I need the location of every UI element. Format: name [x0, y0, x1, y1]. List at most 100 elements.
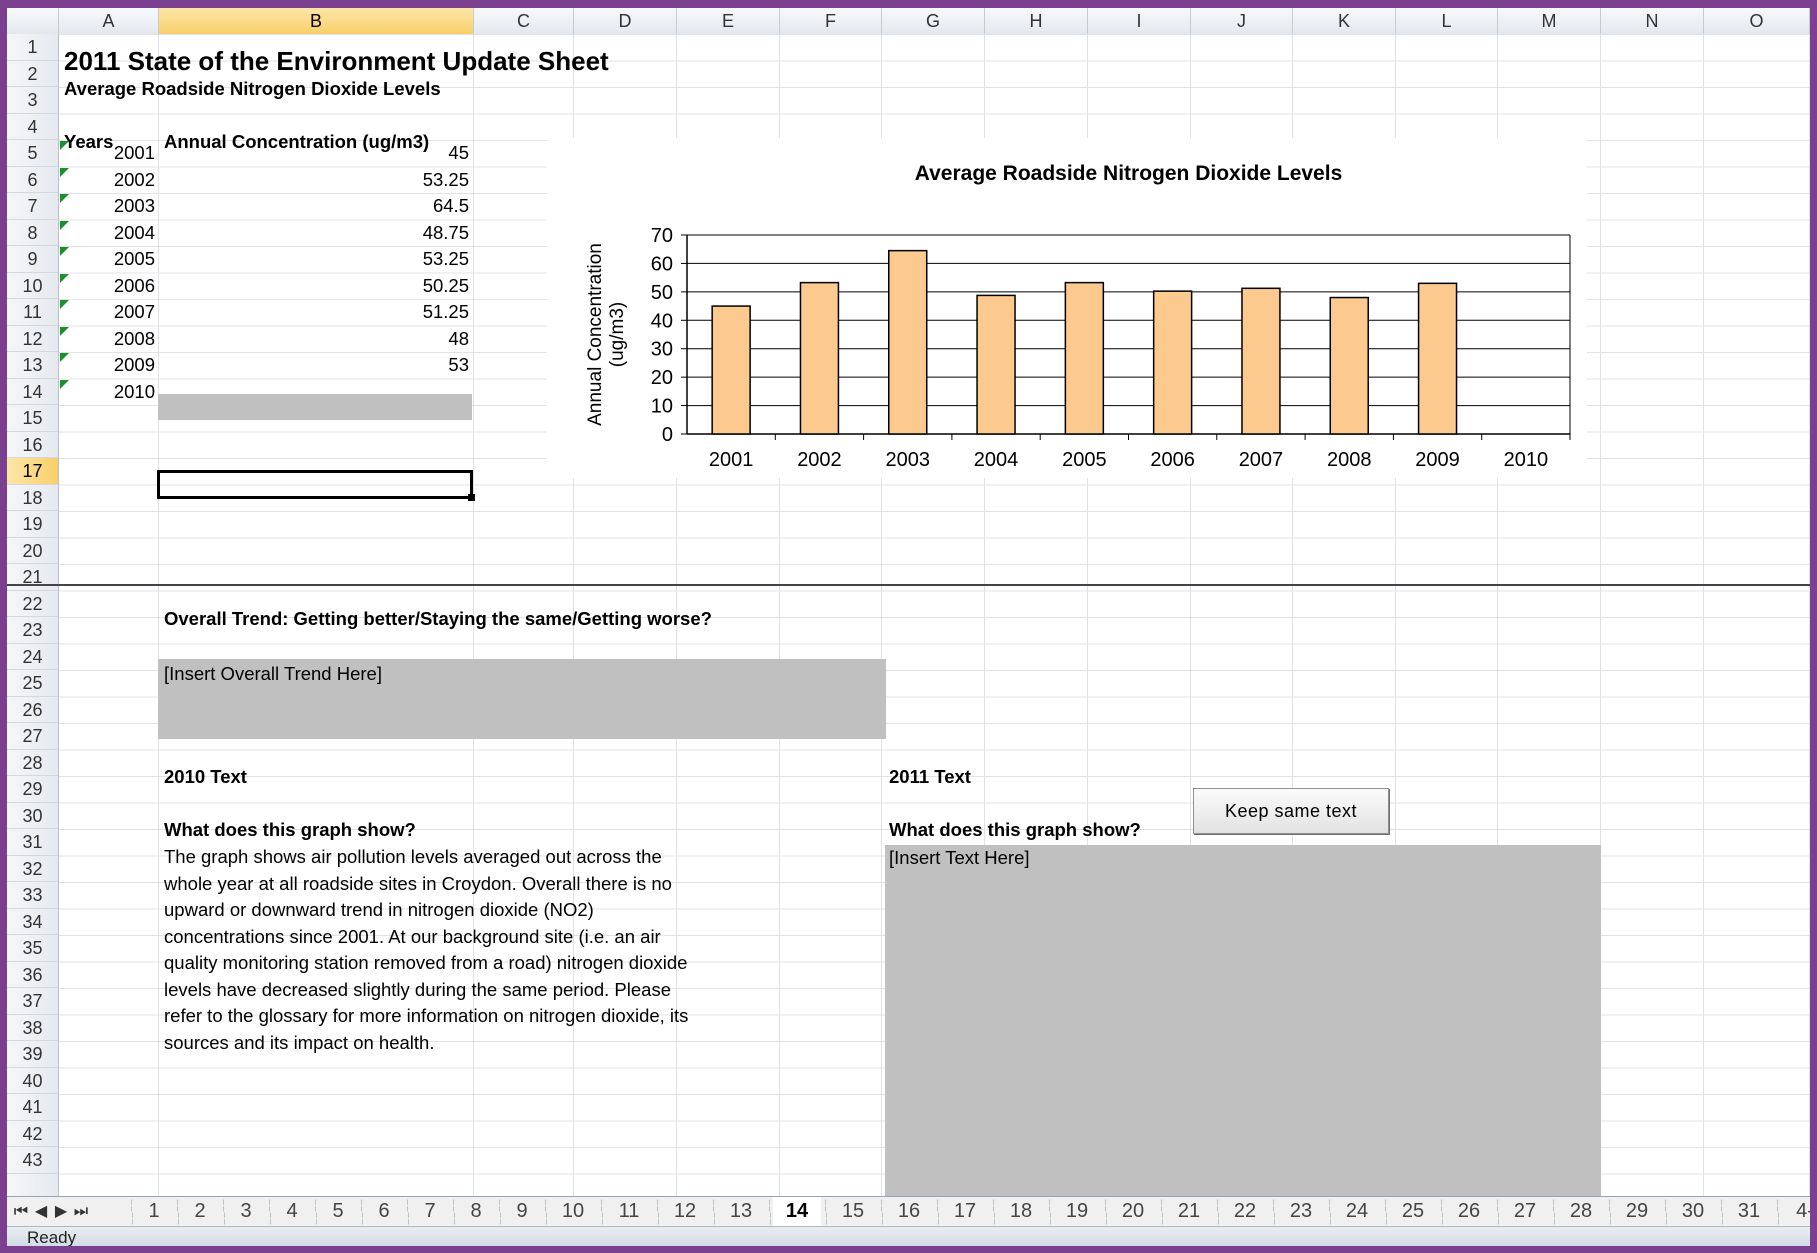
column-header-e[interactable]: E [677, 8, 780, 34]
year-cell[interactable]: 2005 [59, 246, 155, 272]
row-header-39[interactable]: 39 [7, 1041, 58, 1068]
row-header-4[interactable]: 4 [7, 114, 58, 140]
keep-same-text-button[interactable]: Keep same text [1193, 788, 1389, 834]
row-header-32[interactable]: 32 [7, 856, 58, 882]
year-cell[interactable]: 2004 [59, 220, 155, 246]
row-header-21[interactable]: 21 [7, 564, 58, 591]
row-header-17[interactable]: 17 [7, 458, 58, 485]
column-header-b[interactable]: B [159, 8, 474, 34]
row-header-16[interactable]: 16 [7, 432, 58, 458]
bar-chart[interactable]: Average Roadside Nitrogen Dioxide Levels… [547, 138, 1587, 478]
year-cell[interactable]: 2003 [59, 193, 155, 219]
sheet-tab-14[interactable]: 14 [773, 1197, 821, 1227]
concentration-cell[interactable]: 64.5 [159, 193, 469, 219]
column-header-a[interactable]: A [59, 8, 159, 34]
column-header-h[interactable]: H [985, 8, 1088, 34]
sheet-tab-8[interactable]: 8 [457, 1197, 495, 1225]
select-all-corner[interactable] [7, 8, 59, 34]
row-header-40[interactable]: 40 [7, 1068, 58, 1094]
sheet-tab-17[interactable]: 17 [941, 1197, 989, 1225]
column-header-k[interactable]: K [1293, 8, 1396, 34]
sheet-tab-27[interactable]: 27 [1501, 1197, 1549, 1225]
sheet-tab-1[interactable]: 1 [135, 1197, 173, 1225]
sheet-tab-4-[interactable]: 4- [1781, 1197, 1810, 1225]
concentration-cell[interactable]: 48.75 [159, 220, 469, 246]
row-header-33[interactable]: 33 [7, 882, 58, 909]
row-header-30[interactable]: 30 [7, 803, 58, 829]
row-header-12[interactable]: 12 [7, 326, 58, 352]
sheet-tab-12[interactable]: 12 [661, 1197, 709, 1225]
row-header-1[interactable]: 1 [7, 34, 58, 61]
sheet-tab-20[interactable]: 20 [1109, 1197, 1157, 1225]
concentration-cell[interactable]: 45 [159, 140, 469, 166]
sheet-tab-22[interactable]: 22 [1221, 1197, 1269, 1225]
column-header-f[interactable]: F [780, 8, 882, 34]
row-header-18[interactable]: 18 [7, 485, 58, 511]
sheet-tab-19[interactable]: 19 [1053, 1197, 1101, 1225]
row-header-22[interactable]: 22 [7, 591, 58, 617]
row-header-35[interactable]: 35 [7, 935, 58, 962]
column-header-o[interactable]: O [1704, 8, 1810, 34]
column-header-i[interactable]: I [1088, 8, 1191, 34]
row-header-24[interactable]: 24 [7, 644, 58, 670]
sheet-tab-30[interactable]: 30 [1669, 1197, 1717, 1225]
row-header-34[interactable]: 34 [7, 909, 58, 935]
row-header-28[interactable]: 28 [7, 750, 58, 776]
sheet-tab-2[interactable]: 2 [181, 1197, 219, 1225]
sheet-tab-6[interactable]: 6 [365, 1197, 403, 1225]
year-cell[interactable]: 2006 [59, 273, 155, 299]
year-cell[interactable]: 2008 [59, 326, 155, 352]
row-header-7[interactable]: 7 [7, 193, 58, 220]
last-sheet-icon[interactable]: ⏭ [71, 1200, 91, 1224]
sheet-tab-18[interactable]: 18 [997, 1197, 1045, 1225]
sheet-tab-23[interactable]: 23 [1277, 1197, 1325, 1225]
row-header-6[interactable]: 6 [7, 167, 58, 193]
row-header-11[interactable]: 11 [7, 299, 58, 326]
prev-sheet-icon[interactable]: ◀ [31, 1200, 51, 1224]
sheet-tab-21[interactable]: 21 [1165, 1197, 1213, 1225]
empty-2010-value-cell[interactable] [158, 394, 472, 420]
sheet-tab-26[interactable]: 26 [1445, 1197, 1493, 1225]
sheet-tab-25[interactable]: 25 [1389, 1197, 1437, 1225]
sheet-tab-7[interactable]: 7 [411, 1197, 449, 1225]
year-cell[interactable]: 2001 [59, 140, 155, 166]
row-header-8[interactable]: 8 [7, 220, 58, 246]
row-header-41[interactable]: 41 [7, 1094, 58, 1121]
row-header-2[interactable]: 2 [7, 61, 58, 87]
row-header-3[interactable]: 3 [7, 87, 58, 114]
row-header-5[interactable]: 5 [7, 140, 58, 167]
row-header-13[interactable]: 13 [7, 352, 58, 379]
sheet-tab-31[interactable]: 31 [1725, 1197, 1773, 1225]
concentration-cell[interactable]: 50.25 [159, 273, 469, 299]
column-header-m[interactable]: M [1498, 8, 1601, 34]
text-2011-input-area[interactable] [885, 845, 1601, 1196]
row-header-25[interactable]: 25 [7, 670, 58, 697]
row-header-9[interactable]: 9 [7, 246, 58, 273]
row-header-38[interactable]: 38 [7, 1015, 58, 1041]
row-header-26[interactable]: 26 [7, 697, 58, 723]
row-header-14[interactable]: 14 [7, 379, 58, 405]
sheet-tab-5[interactable]: 5 [319, 1197, 357, 1225]
column-header-n[interactable]: N [1601, 8, 1704, 34]
first-sheet-icon[interactable]: ⏮ [11, 1200, 31, 1224]
row-header-42[interactable]: 42 [7, 1121, 58, 1147]
sheet-tab-3[interactable]: 3 [227, 1197, 265, 1225]
row-header-37[interactable]: 37 [7, 988, 58, 1015]
sheet-tab-13[interactable]: 13 [717, 1197, 765, 1225]
sheet-tab-9[interactable]: 9 [503, 1197, 541, 1225]
column-header-g[interactable]: G [882, 8, 985, 34]
year-cell[interactable]: 2007 [59, 299, 155, 325]
column-header-j[interactable]: J [1191, 8, 1293, 34]
concentration-cell[interactable]: 53.25 [159, 167, 469, 193]
column-header-c[interactable]: C [474, 8, 574, 34]
row-header-15[interactable]: 15 [7, 405, 58, 432]
row-header-20[interactable]: 20 [7, 538, 58, 564]
sheet-tab-10[interactable]: 10 [549, 1197, 597, 1225]
row-header-29[interactable]: 29 [7, 776, 58, 803]
row-header-23[interactable]: 23 [7, 617, 58, 644]
sheet-tab-16[interactable]: 16 [885, 1197, 933, 1225]
row-header-43[interactable]: 43 [7, 1147, 58, 1174]
concentration-cell[interactable]: 53.25 [159, 246, 469, 272]
row-header-19[interactable]: 19 [7, 511, 58, 538]
row-header-10[interactable]: 10 [7, 273, 58, 299]
